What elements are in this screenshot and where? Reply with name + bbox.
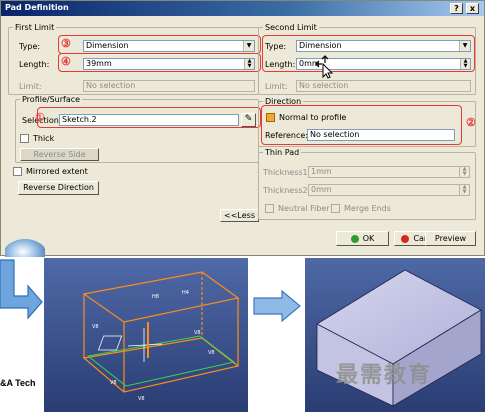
first-type-label: Type: xyxy=(19,42,41,51)
close-button[interactable]: x xyxy=(466,3,479,14)
thin-pad-legend: Thin Pad xyxy=(265,148,300,157)
neutral-fiber-label: Neutral Fiber xyxy=(278,204,330,213)
first-limit-legend: First Limit xyxy=(15,23,55,32)
resize-cursor-icon xyxy=(315,55,334,79)
left-arrow-icon xyxy=(0,259,43,320)
dim-label: H4 xyxy=(182,290,189,296)
dim-label: V8 xyxy=(194,330,201,336)
ok-button[interactable]: OK xyxy=(336,231,389,246)
thickness2-label: Thickness2: xyxy=(263,186,311,195)
thick-checkbox[interactable] xyxy=(20,134,29,143)
watermark-text: 最需教育 xyxy=(336,363,433,388)
second-limit-legend: Second Limit xyxy=(265,23,317,32)
dim-label: V8 xyxy=(92,324,99,330)
ok-icon xyxy=(350,234,359,243)
thickness2-input[interactable]: 0mm ▲ ▼ xyxy=(308,184,470,196)
pad-definition-dialog: Pad Definition ? x First Limit Type: ③ D… xyxy=(0,0,485,257)
second-limit-field[interactable]: No selection xyxy=(296,80,471,92)
thickness1-value: 1mm xyxy=(311,167,332,176)
preview-button[interactable]: Preview xyxy=(425,231,476,246)
second-limit-label: Limit: xyxy=(265,82,288,91)
red-highlight-selection xyxy=(37,107,261,128)
dialog-titlebar: Pad Definition ? x xyxy=(1,1,484,16)
globe-decoration-icon xyxy=(5,239,45,257)
less-button[interactable]: <<Less xyxy=(220,209,259,222)
thickness-spinner-icon[interactable]: ▲ ▼ xyxy=(459,185,469,195)
dim-label: V8 xyxy=(138,396,145,402)
thickness2-value: 0mm xyxy=(311,185,332,194)
red-highlight-type xyxy=(58,35,261,54)
first-length-label: Length: xyxy=(19,60,50,69)
thick-label: Thick xyxy=(33,134,55,143)
profile-legend: Profile/Surface xyxy=(22,95,81,104)
reverse-side-button[interactable]: Reverse Side xyxy=(20,148,99,161)
right-arrow-icon xyxy=(253,290,301,322)
annotation-badge-2: ② xyxy=(466,116,476,129)
neutral-fiber-checkbox[interactable] xyxy=(265,204,274,213)
footer-label: &A Tech xyxy=(0,378,36,388)
red-highlight-length xyxy=(58,53,261,72)
help-button[interactable]: ? xyxy=(450,3,463,14)
mirrored-extent-checkbox[interactable] xyxy=(13,167,22,176)
cancel-icon xyxy=(401,234,410,243)
screenshot-stage: Pad Definition ? x First Limit Type: ③ D… xyxy=(0,0,485,412)
red-highlight-second-limit xyxy=(262,35,475,72)
mirrored-extent-label: Mirrored extent xyxy=(26,167,88,176)
thickness1-input[interactable]: 1mm ▲ ▼ xyxy=(308,166,470,178)
dim-label: H8 xyxy=(152,294,159,300)
merge-ends-label: Merge Ends xyxy=(344,204,391,213)
dialog-title: Pad Definition xyxy=(5,3,69,12)
red-highlight-direction xyxy=(261,105,462,145)
ok-label: OK xyxy=(362,234,375,243)
thickness1-label: Thickness1: xyxy=(263,168,311,177)
dim-label: V8 xyxy=(208,350,215,356)
first-limit-field[interactable]: No selection xyxy=(83,80,255,92)
merge-ends-checkbox[interactable] xyxy=(331,204,340,213)
reverse-direction-button[interactable]: Reverse Direction xyxy=(18,181,99,195)
first-limit-label: Limit: xyxy=(19,82,42,91)
thickness-spinner-icon[interactable]: ▲ ▼ xyxy=(459,167,469,177)
dim-label: V8 xyxy=(110,380,117,386)
sketch-viewport: H8 H4 V8 V8 V8 V8 V8 xyxy=(44,258,248,412)
